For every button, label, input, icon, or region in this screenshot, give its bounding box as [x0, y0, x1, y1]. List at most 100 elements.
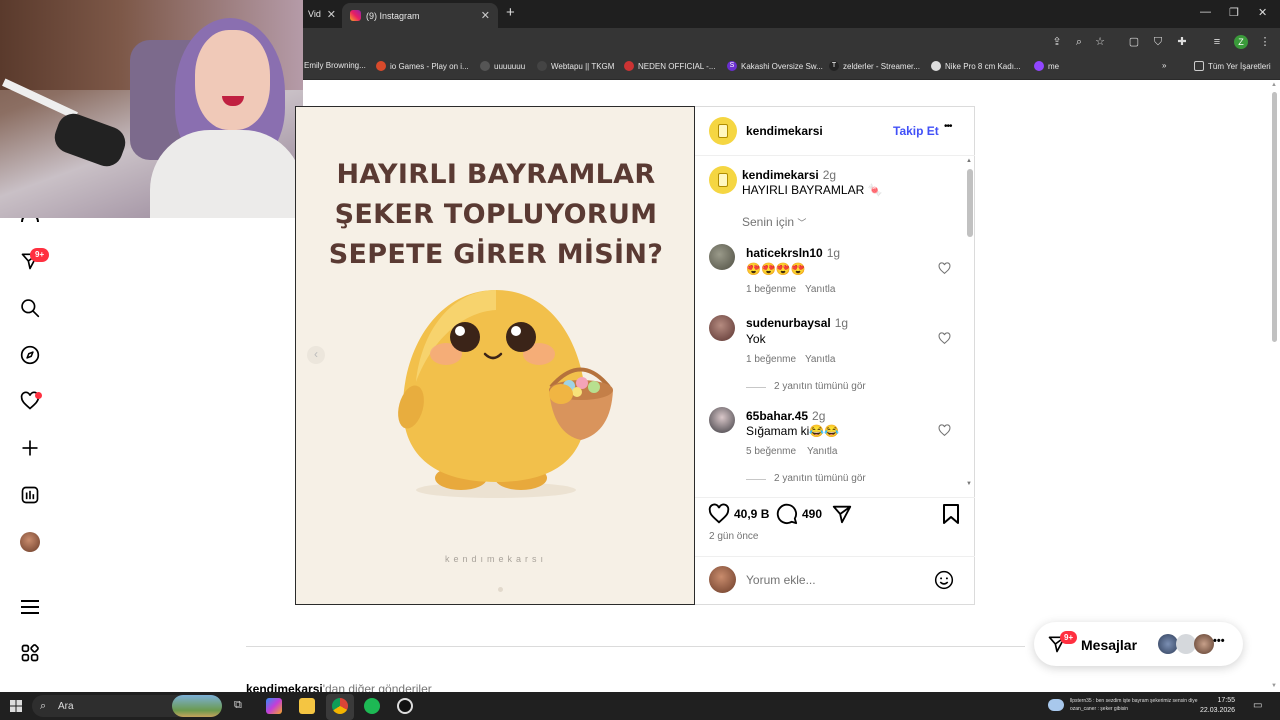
tab-video[interactable]: Vid ✕: [304, 3, 340, 25]
comment-like-heart-icon[interactable]: [938, 332, 951, 345]
bookmark-item[interactable]: Tzelderler - Streamer...: [829, 61, 920, 71]
caption-avatar[interactable]: [709, 166, 737, 194]
taskbar-search-icon: ⌕: [40, 700, 47, 712]
notification-dot: [35, 392, 42, 399]
task-view-icon[interactable]: ⧉: [234, 699, 242, 712]
profile-avatar[interactable]: [20, 532, 40, 552]
comment-header: sudenurbaysal 1g: [746, 316, 848, 330]
close-tab-icon[interactable]: ✕: [481, 9, 490, 22]
bookmark-item[interactable]: Nike Pro 8 cm Kadı...: [931, 61, 1021, 71]
comment-input[interactable]: [746, 572, 926, 588]
file-explorer-icon[interactable]: [299, 698, 315, 714]
commenter-avatar[interactable]: [709, 315, 735, 341]
comment-header: 65bahar.45 2g: [746, 409, 825, 423]
comment-like-heart-icon[interactable]: [938, 424, 951, 437]
commenter-avatar[interactable]: [709, 407, 735, 433]
author-avatar[interactable]: [709, 117, 737, 145]
post-author[interactable]: kendimekarsi: [746, 124, 823, 138]
bookmark-item[interactable]: io Games - Play on i...: [376, 61, 469, 71]
like-count[interactable]: 40,9 B: [734, 507, 769, 521]
profile-avatar[interactable]: Z: [1234, 35, 1248, 49]
restore-icon[interactable]: ❐: [1229, 6, 1239, 19]
minimize-icon[interactable]: —: [1200, 6, 1211, 18]
copilot-icon[interactable]: [266, 698, 282, 714]
bookmark-item[interactable]: uuuuuuu: [480, 61, 525, 71]
search-icon[interactable]: [19, 297, 41, 319]
menu-icon[interactable]: [19, 596, 41, 618]
page-scroll-up-icon[interactable]: ▲: [1271, 82, 1277, 88]
bookmark-item[interactable]: Webtapu || TKGM: [537, 61, 614, 71]
install-app-icon[interactable]: ⇪: [1050, 35, 1064, 49]
carousel-prev-icon[interactable]: ‹: [307, 346, 325, 364]
post-timestamp[interactable]: 2 gün önce: [709, 531, 759, 542]
post-image[interactable]: HAYIRLI BAYRAMLAR ŞEKER TOPLUYORUM SEPET…: [295, 106, 695, 605]
reply-button[interactable]: Yanıtla: [805, 284, 835, 295]
section-divider: [246, 646, 1025, 647]
like-heart-icon[interactable]: [708, 503, 730, 525]
view-replies-button[interactable]: 2 yanıtın tümünü gör: [774, 381, 866, 392]
reply-button[interactable]: Yanıtla: [807, 446, 837, 457]
comment-likes[interactable]: 5 beğenme: [746, 446, 796, 457]
windows-start-icon[interactable]: [10, 700, 22, 712]
comments-scroll-thumb[interactable]: [967, 169, 973, 237]
for-you-dropdown[interactable]: Senin için ﹀: [742, 215, 806, 229]
dashboard-icon[interactable]: [19, 484, 41, 506]
follow-button[interactable]: Takip Et: [893, 124, 939, 138]
reply-button[interactable]: Yanıtla: [805, 354, 835, 365]
star-bookmark-icon[interactable]: ☆: [1093, 35, 1107, 49]
bookmark-item[interactable]: S Kakashi Oversize Sw...: [727, 61, 823, 71]
explore-icon[interactable]: [19, 344, 41, 366]
bookmark-item[interactable]: NEDEN OFFICIAL -...: [624, 61, 716, 71]
zoom-icon[interactable]: ⌕: [1072, 35, 1086, 49]
extension-icon[interactable]: ▢: [1127, 35, 1141, 49]
media-controls-icon[interactable]: ≡: [1210, 35, 1224, 49]
clock-date: 22.03.2026: [1200, 707, 1236, 714]
bookmarks-overflow-icon[interactable]: »: [1162, 61, 1166, 70]
clock-time: 17:55: [1217, 697, 1236, 704]
weather-icon[interactable]: [1048, 699, 1064, 711]
comment-likes[interactable]: 1 beğenme: [746, 284, 796, 295]
page-scroll-thumb[interactable]: [1272, 92, 1277, 342]
system-clock[interactable]: 17:55 22.03.2026: [1200, 696, 1235, 716]
window-close-icon[interactable]: ✕: [1258, 6, 1267, 19]
new-tab-icon[interactable]: +: [506, 4, 515, 21]
puzzle-icon[interactable]: ✚: [1175, 35, 1189, 49]
tab-instagram[interactable]: (9) Instagram ✕: [342, 3, 498, 28]
all-bookmarks[interactable]: Tüm Yer İşaretleri: [1194, 61, 1271, 71]
actions-divider: [695, 497, 975, 498]
comment-input-divider: [695, 556, 975, 557]
create-icon[interactable]: [19, 437, 41, 459]
caption-author[interactable]: kendimekarsi: [742, 168, 819, 182]
shield-icon[interactable]: ⛉: [1151, 35, 1165, 49]
bookmark-item[interactable]: me: [1034, 61, 1059, 71]
comment-user[interactable]: haticekrsln10: [746, 246, 823, 260]
page-scroll-down-icon[interactable]: ▼: [1271, 683, 1277, 689]
commenter-avatar[interactable]: [709, 244, 735, 270]
menu-kebab-icon[interactable]: ⋮: [1258, 35, 1272, 49]
share-icon[interactable]: [831, 503, 853, 525]
also-from-meta-icon[interactable]: [19, 642, 41, 664]
obs-icon[interactable]: [397, 698, 413, 714]
scroll-down-icon[interactable]: ▼: [966, 481, 972, 487]
more-options-icon[interactable]: •••: [944, 121, 952, 132]
close-tab-icon[interactable]: ✕: [327, 8, 336, 21]
search-highlight-image: [172, 695, 222, 717]
emoji-icon[interactable]: [934, 570, 954, 590]
spotify-icon[interactable]: [364, 698, 380, 714]
scroll-up-icon[interactable]: ▲: [966, 158, 972, 164]
post-watermark: kendımekarsı: [444, 554, 548, 564]
comment-like-heart-icon[interactable]: [938, 262, 951, 275]
comment-user[interactable]: 65bahar.45: [746, 409, 808, 423]
view-replies-button[interactable]: 2 yanıtın tümünü gör: [774, 473, 866, 484]
comment-likes[interactable]: 1 beğenme: [746, 354, 796, 365]
notification-center-icon[interactable]: ▭: [1253, 700, 1262, 711]
webcam-streamer-body: [150, 130, 303, 218]
all-bookmarks-label: Tüm Yer İşaretleri: [1208, 61, 1271, 71]
comment-bubble-icon[interactable]: [776, 503, 798, 525]
bookmark-item[interactable]: Emily Browning...: [304, 61, 366, 70]
comment-count[interactable]: 490: [802, 507, 822, 521]
save-bookmark-icon[interactable]: [941, 503, 961, 525]
post-image-line: SEPETE GİRER MİSİN?: [328, 239, 664, 270]
chrome-icon[interactable]: [332, 698, 348, 714]
comment-user[interactable]: sudenurbaysal: [746, 316, 831, 330]
